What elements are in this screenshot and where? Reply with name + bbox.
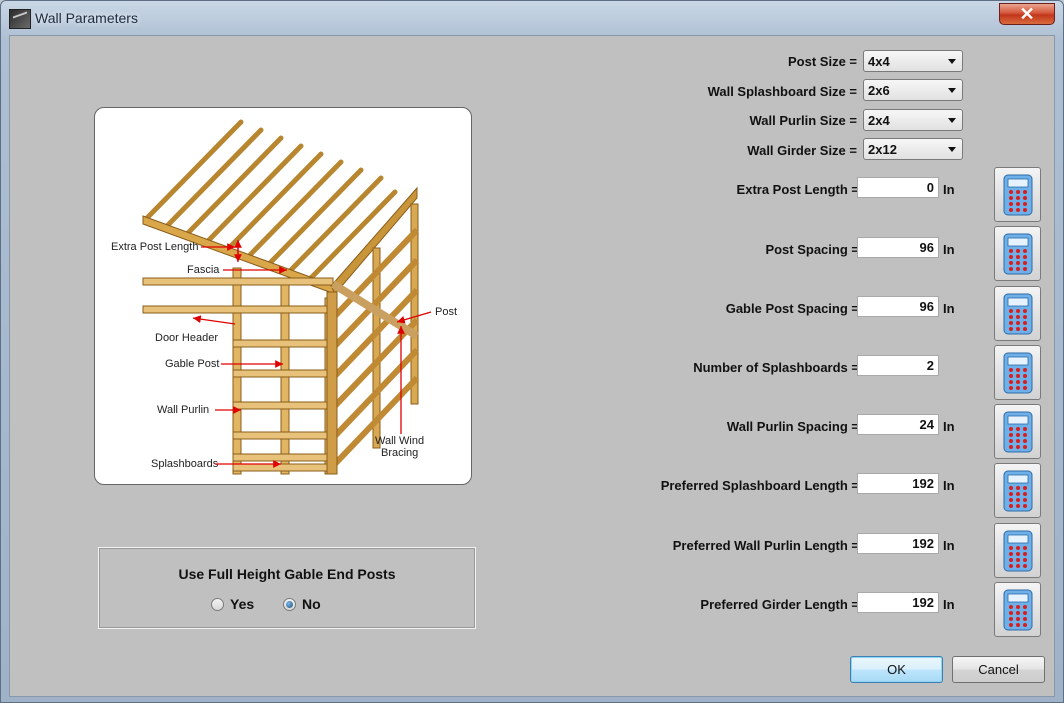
calculator-icon (1003, 233, 1033, 275)
wall-purlin-spacing-unit: In (943, 419, 955, 434)
ok-button[interactable]: OK (850, 656, 943, 683)
post-size-dropdown[interactable]: 4x4 (863, 50, 963, 72)
preferred-splashboard-length-calc-button[interactable] (994, 463, 1041, 518)
post-spacing-label: Post Spacing = (765, 242, 859, 257)
wall-purlin-size-dropdown[interactable]: 2x4 (863, 109, 963, 131)
extra-post-length-unit: In (943, 182, 955, 197)
gable-end-posts-title: Use Full Height Gable End Posts (178, 566, 396, 582)
post-spacing-unit: In (943, 242, 955, 257)
callout-wall-wind-bracing-line1: Wall Wind (375, 435, 424, 447)
preferred-splashboard-length-input[interactable]: 192 (857, 473, 939, 494)
extra-post-length-value: 0 (926, 180, 934, 195)
wall-framing-drawing: Extra Post Length Fascia Door Header Gab… (111, 119, 457, 475)
wall-purlin-spacing-input[interactable]: 24 (857, 414, 939, 435)
preferred-wall-purlin-length-calc-button[interactable] (994, 523, 1041, 578)
post-size-value: 4x4 (868, 54, 890, 69)
wall-purlin-spacing-calc-button[interactable] (994, 404, 1041, 459)
app-icon (9, 9, 31, 29)
wall-girder-size-label: Wall Girder Size = (747, 143, 857, 158)
calculator-icon (1003, 352, 1033, 394)
post-size-label: Post Size = (788, 54, 857, 69)
preferred-splashboard-length-unit: In (943, 478, 955, 493)
post-spacing-calc-button[interactable] (994, 226, 1041, 281)
chevron-down-icon (948, 59, 956, 64)
cancel-button[interactable]: Cancel (952, 656, 1045, 683)
close-icon: ✕ (1019, 4, 1035, 24)
wall-girder-size-value: 2x12 (868, 142, 897, 157)
preferred-girder-length-input[interactable]: 192 (857, 592, 939, 613)
preferred-girder-length-calc-button[interactable] (994, 582, 1041, 637)
calculator-icon (1003, 293, 1033, 335)
title-bar[interactable]: Wall Parameters ✕ (1, 1, 1063, 35)
radio-yes-label: Yes (230, 596, 255, 612)
gable-end-posts-group: Use Full Height Gable End Posts Yes No (98, 547, 476, 629)
chevron-down-icon (948, 88, 956, 93)
callout-wall-wind-bracing-line2: Bracing (381, 447, 418, 459)
chevron-down-icon (948, 118, 956, 123)
wall-purlin-spacing-value: 24 (919, 417, 934, 432)
preferred-girder-length-value: 192 (912, 595, 934, 610)
wall-purlin-spacing-label: Wall Purlin Spacing = (726, 419, 859, 434)
callout-extra-post-length: Extra Post Length (111, 241, 198, 253)
number-of-splashboards-calc-button[interactable] (994, 345, 1041, 400)
radio-yes[interactable]: Yes (211, 595, 254, 613)
post-spacing-input[interactable]: 96 (857, 237, 939, 258)
gable-post-spacing-calc-button[interactable] (994, 286, 1041, 341)
close-button[interactable]: ✕ (999, 3, 1055, 25)
radio-no[interactable]: No (283, 595, 321, 613)
calculator-icon (1003, 174, 1033, 216)
preferred-girder-length-unit: In (943, 597, 955, 612)
radio-no-label: No (302, 596, 321, 612)
gable-post-spacing-label: Gable Post Spacing = (725, 301, 859, 316)
post-spacing-value: 96 (919, 240, 934, 255)
calculator-icon (1003, 589, 1033, 631)
wall-splashboard-size-label: Wall Splashboard Size = (707, 84, 857, 99)
radio-yes-circle[interactable] (211, 597, 224, 611)
callout-door-header: Door Header (155, 332, 218, 344)
preferred-splashboard-length-label: Preferred Splashboard Length = (660, 478, 859, 493)
extra-post-length-calc-button[interactable] (994, 167, 1041, 222)
gable-post-spacing-value: 96 (919, 299, 934, 314)
preferred-wall-purlin-length-input[interactable]: 192 (857, 533, 939, 554)
calculator-icon (1003, 470, 1033, 512)
callout-splashboards: Splashboards (151, 458, 219, 470)
calculator-icon (1003, 530, 1033, 572)
dialog-body: Extra Post Length Fascia Door Header Gab… (9, 35, 1055, 697)
preferred-wall-purlin-length-label: Preferred Wall Purlin Length = (672, 538, 859, 553)
callout-post: Post (435, 306, 457, 318)
extra-post-length-input[interactable]: 0 (857, 177, 939, 198)
wall-girder-size-dropdown[interactable]: 2x12 (863, 138, 963, 160)
callout-wall-purlin: Wall Purlin (157, 404, 209, 416)
chevron-down-icon (948, 147, 956, 152)
preferred-wall-purlin-length-value: 192 (912, 536, 934, 551)
wall-parameters-window: Wall Parameters ✕ Extra Post Length Fasc… (0, 0, 1064, 703)
number-of-splashboards-label: Number of Splashboards = (693, 360, 859, 375)
gable-post-spacing-input[interactable]: 96 (857, 296, 939, 317)
window-title: Wall Parameters (35, 10, 138, 26)
number-of-splashboards-input[interactable]: 2 (857, 355, 939, 376)
calculator-icon (1003, 411, 1033, 453)
callout-fascia: Fascia (187, 264, 220, 276)
callout-gable-post: Gable Post (165, 358, 219, 370)
preferred-girder-length-label: Preferred Girder Length = (700, 597, 859, 612)
number-of-splashboards-value: 2 (926, 358, 934, 373)
extra-post-length-label: Extra Post Length = (736, 182, 859, 197)
radio-no-circle[interactable] (283, 597, 296, 611)
preferred-splashboard-length-value: 192 (912, 476, 934, 491)
preferred-wall-purlin-length-unit: In (943, 538, 955, 553)
gable-post-spacing-unit: In (943, 301, 955, 316)
wall-splashboard-size-dropdown[interactable]: 2x6 (863, 79, 963, 101)
wall-purlin-size-value: 2x4 (868, 113, 890, 128)
wall-framing-illustration: Extra Post Length Fascia Door Header Gab… (94, 107, 472, 485)
wall-splashboard-size-value: 2x6 (868, 83, 890, 98)
wall-purlin-size-label: Wall Purlin Size = (749, 113, 857, 128)
